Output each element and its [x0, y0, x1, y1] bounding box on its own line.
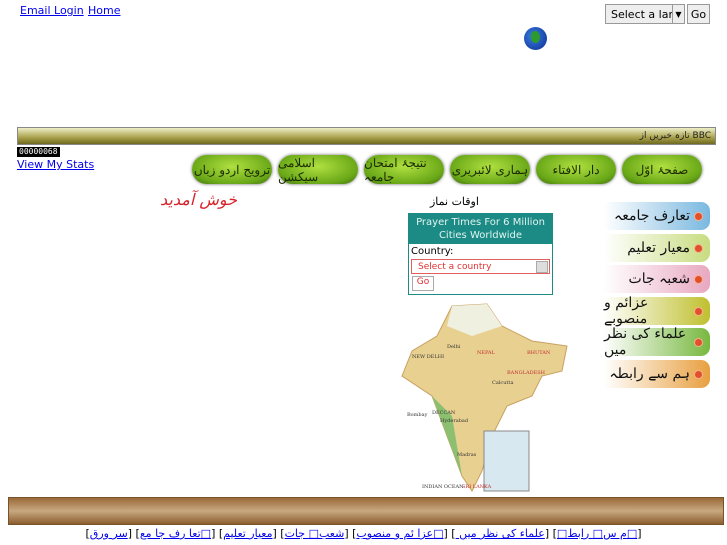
map-label: Bombay: [407, 412, 428, 418]
side-menu-plans[interactable]: عزائم و منصوبے: [604, 295, 710, 327]
footer-link-contact[interactable]: □م س□ رابط□: [557, 527, 637, 540]
country-label: Country:: [411, 246, 454, 257]
language-select-value: Select a language: [611, 7, 672, 21]
side-menu-scholars-view[interactable]: علماء کی نظر میں: [604, 326, 710, 358]
nav-dar-ul-ifta[interactable]: دار الافتاء: [536, 155, 616, 184]
footer-link-scholars[interactable]: علماء کی نظر میں: [456, 527, 545, 540]
footer-bar: [8, 497, 724, 525]
view-stats-link[interactable]: View My Stats: [17, 158, 94, 171]
footer-link-education[interactable]: معیار تعلیم: [223, 527, 272, 540]
footer-link-about[interactable]: تعا رف جا مع□: [140, 527, 211, 540]
footer-link-departments[interactable]: شعب□ جات: [285, 527, 345, 540]
map-label: NEPAL: [477, 350, 496, 356]
news-ticker[interactable]: تازہ خبریں از BBC: [17, 127, 716, 145]
language-select[interactable]: Select a language▼: [605, 4, 685, 24]
news-ticker-text: تازہ خبریں از BBC: [639, 131, 711, 141]
country-select-value: Select a country: [418, 261, 492, 272]
nav-exam-results[interactable]: نتیجۂ امتحان جامعہ: [364, 155, 444, 184]
prayer-go-button[interactable]: Go: [412, 276, 434, 291]
globe-icon: [524, 27, 547, 50]
welcome-heading: خوش آمدید: [160, 190, 238, 209]
india-map-image: NEW DELHI Delhi NEPAL BHUTAN BANGLADESH …: [392, 296, 572, 492]
nav-library[interactable]: ہماری لائبریری: [450, 155, 530, 184]
footer-link-plans[interactable]: عزا ئم و منصوب□: [356, 527, 443, 540]
nav-urdu-promotion[interactable]: ترویج اردو زباں: [192, 155, 272, 184]
language-go-button[interactable]: Go: [687, 4, 710, 24]
footer-links: [سر ورق] [تعا رف جا مع□] [معیار تعلیم] […: [85, 527, 642, 540]
hit-counter: 00000068: [17, 147, 60, 157]
map-label: Madras: [457, 452, 477, 458]
map-label: Delhi: [447, 344, 461, 350]
email-login-link[interactable]: Email Login: [20, 4, 84, 17]
prayer-times-title: اوقات نماز: [430, 195, 479, 208]
side-menu-departments[interactable]: شعبہ جات: [604, 265, 710, 293]
map-label: NEW DELHI: [412, 354, 444, 360]
map-label: DECCAN: [432, 410, 456, 416]
prayer-widget-header: Prayer Times For 6 Million Cities Worldw…: [409, 214, 552, 244]
side-menu-about[interactable]: تعارف جامعہ: [604, 202, 710, 230]
prayer-times-widget: Prayer Times For 6 Million Cities Worldw…: [408, 213, 553, 295]
map-label: BHUTAN: [527, 350, 551, 356]
nav-islamic-section[interactable]: اسلامی سیکشن: [278, 155, 358, 184]
side-menu-education-standard[interactable]: معیار تعلیم: [604, 234, 710, 262]
country-select[interactable]: Select a country: [411, 259, 550, 274]
footer-link-home[interactable]: سر ورق: [90, 527, 128, 540]
map-label: INDIAN OCEAN: [422, 484, 464, 490]
map-label: BANGLADESH: [507, 370, 546, 376]
side-menu-contact[interactable]: ہم سے رابطہ: [604, 360, 710, 388]
map-label: Calcutta: [492, 380, 513, 386]
map-label: Hyderabad: [440, 418, 469, 424]
chevron-down-icon: [536, 261, 548, 273]
nav-home[interactable]: صفحۂ اوّل: [622, 155, 702, 184]
map-label: SRI LANKA: [462, 484, 492, 490]
home-link[interactable]: Home: [88, 4, 120, 17]
chevron-down-icon: ▼: [672, 5, 684, 23]
